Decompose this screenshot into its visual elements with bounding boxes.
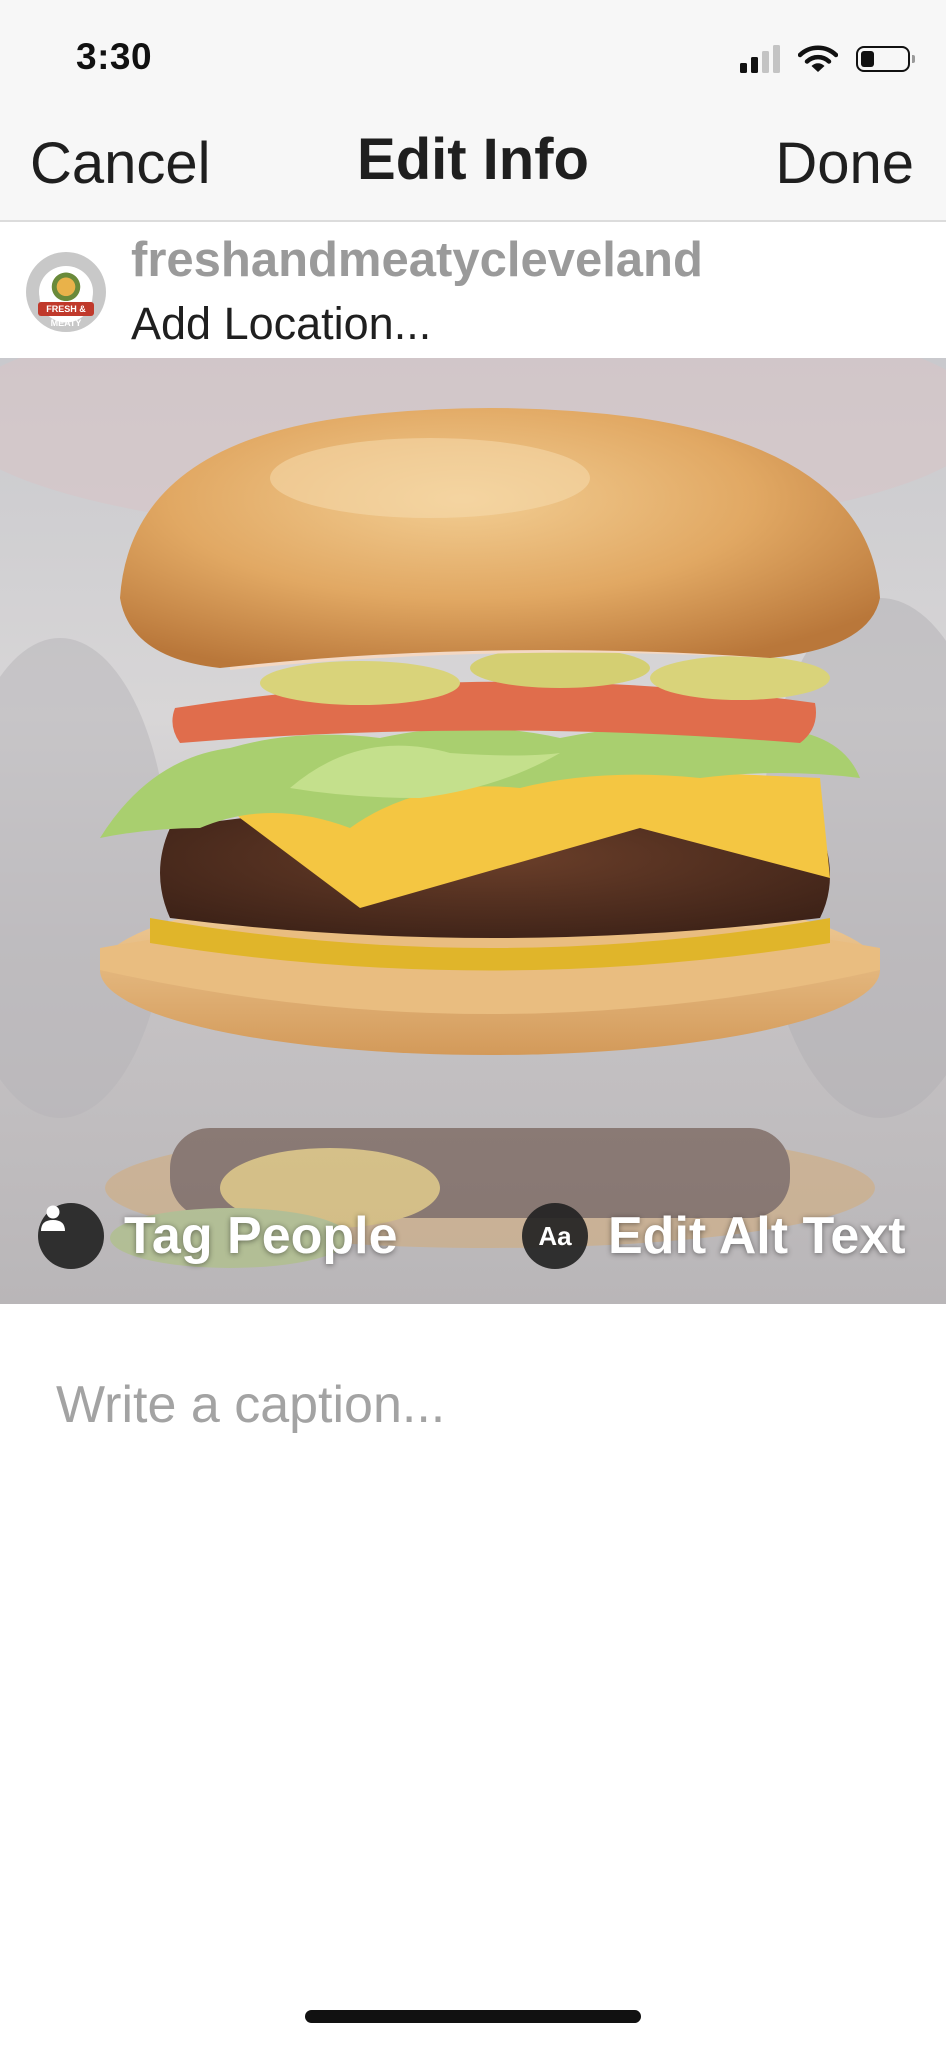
tag-people-button[interactable]: Tag People [38,1203,398,1269]
account-username: freshandmeatycleveland [131,233,703,287]
person-icon [38,1203,104,1269]
account-row: FRESH & MEATY BURGERS freshandmeatycleve… [0,222,946,358]
edit-alt-text-button[interactable]: Aa Edit Alt Text [522,1203,906,1269]
home-indicator[interactable] [305,2010,641,2023]
edit-info-screen: 3:30 Cancel Edit Info Done FRESH & MEATY… [0,0,946,2048]
caption-input[interactable] [56,1360,896,1450]
status-bar: 3:30 [0,0,946,110]
status-time: 3:30 [76,36,153,77]
add-location-button[interactable]: Add Location... [131,298,431,350]
text-format-icon: Aa [522,1203,588,1269]
edit-alt-text-label: Edit Alt Text [608,1207,906,1265]
avatar-logo-text: FRESH & MEATY BURGERS [46,304,86,328]
done-button[interactable]: Done [775,130,914,197]
wifi-icon [798,45,838,72]
tag-people-label: Tag People [124,1207,398,1265]
text-format-glyph: Aa [538,1220,572,1251]
cellular-signal-icon [740,45,780,73]
battery-icon [856,46,915,72]
post-photo: Tag People Aa Edit Alt Text [0,358,946,1304]
nav-bar: Cancel Edit Info Done [0,110,946,222]
burger-illustration [0,358,946,1268]
avatar: FRESH & MEATY BURGERS [26,252,106,332]
status-icons [740,44,915,74]
